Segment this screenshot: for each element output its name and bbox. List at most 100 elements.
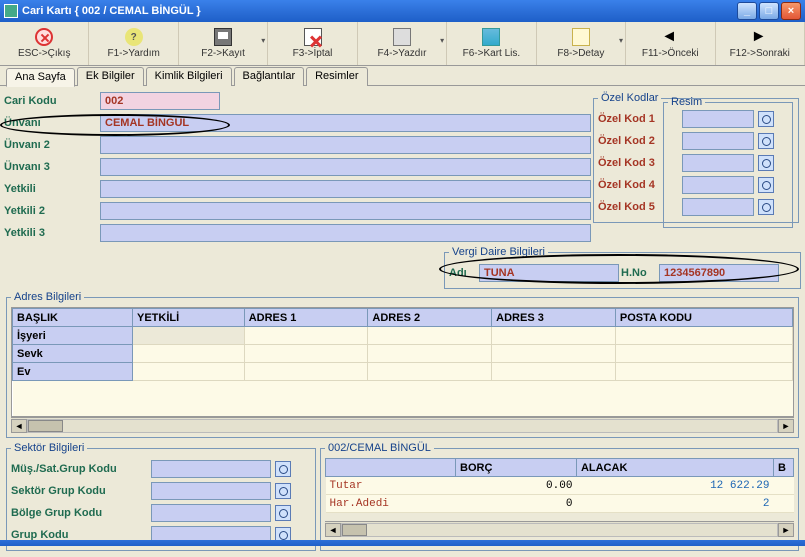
- adres-group: Adres Bilgileri BAŞLIK YETKİLİ ADRES 1 A…: [6, 291, 799, 438]
- cari-kodu-field[interactable]: [100, 92, 220, 110]
- lookup-icon[interactable]: [275, 505, 291, 521]
- f1-label: F1->Yardım: [107, 48, 159, 59]
- tab-ana-sayfa[interactable]: Ana Sayfa: [6, 68, 75, 87]
- unvani2-field[interactable]: [100, 136, 591, 154]
- next-icon: [751, 28, 769, 46]
- f6-label: F6->Kart Lis.: [463, 48, 521, 59]
- status-bar: [0, 540, 805, 546]
- tab-bar: Ana Sayfa Ek Bilgiler Kimlik Bilgileri B…: [0, 66, 805, 86]
- borc-legend: 002/CEMAL BİNGÜL: [325, 442, 434, 454]
- adres-table[interactable]: BAŞLIK YETKİLİ ADRES 1 ADRES 2 ADRES 3 P…: [12, 308, 793, 417]
- borc-table[interactable]: BORÇ ALACAK B Tutar 0.00 12 622.29 Har.A…: [325, 458, 794, 513]
- scroll-right-icon[interactable]: ►: [778, 523, 794, 537]
- table-row: Har.Adedi 0 2: [326, 495, 794, 513]
- vergi-hno-field[interactable]: [659, 264, 779, 282]
- haradedi-alacak: 2: [576, 495, 773, 513]
- window-title: Cari Kartı { 002 / CEMAL BİNGÜL }: [22, 5, 737, 17]
- sektor-grup-label: Sektör Grup Kodu: [11, 485, 151, 497]
- f4-print-button[interactable]: F4->Yazdır ▾: [358, 22, 447, 65]
- detail-icon: [572, 28, 590, 46]
- app-icon: [4, 4, 18, 18]
- toolbar: ESC->Çıkış ? F1->Yardım F2->Kayıt ▾ F3->…: [0, 22, 805, 66]
- vergi-adi-label: Adı: [449, 267, 477, 279]
- scroll-thumb[interactable]: [28, 420, 63, 432]
- vergi-group: Vergi Daire Bilgileri Adı H.No: [444, 246, 801, 289]
- f8-detail-button[interactable]: F8->Detay ▾: [537, 22, 626, 65]
- col-adres3[interactable]: ADRES 3: [492, 309, 616, 327]
- card-list-icon: [482, 28, 500, 46]
- table-row: İşyeri: [13, 327, 793, 345]
- adres-legend: Adres Bilgileri: [11, 291, 84, 303]
- dropdown-icon[interactable]: ▾: [261, 36, 265, 45]
- help-icon: ?: [125, 28, 143, 46]
- dropdown-icon[interactable]: ▾: [619, 36, 623, 45]
- col-b[interactable]: B: [774, 459, 794, 477]
- yetkili-field[interactable]: [100, 180, 591, 198]
- unvani3-label: Ünvanı 3: [4, 161, 100, 173]
- scroll-left-icon[interactable]: ◄: [11, 419, 27, 433]
- f11-label: F11->Önceki: [642, 48, 699, 59]
- maximize-button[interactable]: □: [759, 2, 779, 20]
- f3-cancel-button[interactable]: F3->İptal: [268, 22, 357, 65]
- resim-legend: Resim: [668, 96, 705, 108]
- vergi-legend: Vergi Daire Bilgileri: [449, 246, 548, 258]
- vergi-adi-field[interactable]: [479, 264, 619, 282]
- row-ev[interactable]: Ev: [13, 363, 133, 381]
- col-alacak[interactable]: ALACAK: [576, 459, 773, 477]
- col-posta-kodu[interactable]: POSTA KODU: [615, 309, 792, 327]
- row-haradedi: Har.Adedi: [326, 495, 456, 513]
- scroll-track[interactable]: [27, 419, 778, 433]
- sektor-legend: Sektör Bilgileri: [11, 442, 87, 454]
- col-borc[interactable]: BORÇ: [456, 459, 577, 477]
- minimize-button[interactable]: _: [737, 2, 757, 20]
- f11-prev-button[interactable]: F11->Önceki: [626, 22, 715, 65]
- unvani-field[interactable]: [100, 114, 591, 132]
- yetkili3-field[interactable]: [100, 224, 591, 242]
- f2-label: F2->Kayıt: [201, 48, 245, 59]
- cari-kodu-label: Cari Kodu: [4, 95, 100, 107]
- f12-next-button[interactable]: F12->Sonraki: [716, 22, 805, 65]
- adres-scrollbar[interactable]: ◄ ►: [11, 417, 794, 433]
- f1-help-button[interactable]: ? F1->Yardım: [89, 22, 178, 65]
- mus-grup-field[interactable]: [151, 460, 271, 478]
- cancel-icon: [304, 28, 322, 46]
- yetkili2-label: Yetkili 2: [4, 205, 100, 217]
- lookup-icon[interactable]: [275, 461, 291, 477]
- close-button[interactable]: ×: [781, 2, 801, 20]
- haradedi-borc: 0: [456, 495, 577, 513]
- sektor-grup-field[interactable]: [151, 482, 271, 500]
- f6-list-button[interactable]: F6->Kart Lis.: [447, 22, 536, 65]
- f4-label: F4->Yazdır: [377, 48, 426, 59]
- bolge-grup-field[interactable]: [151, 504, 271, 522]
- f3-label: F3->İptal: [293, 48, 333, 59]
- scroll-track[interactable]: [341, 523, 778, 537]
- tab-kimlik[interactable]: Kimlik Bilgileri: [146, 67, 232, 86]
- tutar-borc: 0.00: [456, 477, 577, 495]
- table-row: Tutar 0.00 12 622.29: [326, 477, 794, 495]
- tab-ek-bilgiler[interactable]: Ek Bilgiler: [77, 67, 144, 86]
- col-yetkili[interactable]: YETKİLİ: [133, 309, 245, 327]
- tab-resimler[interactable]: Resimler: [306, 67, 367, 86]
- scroll-right-icon[interactable]: ►: [778, 419, 794, 433]
- f12-label: F12->Sonraki: [730, 48, 790, 59]
- col-baslik[interactable]: BAŞLIK: [13, 309, 133, 327]
- tutar-alacak: 12 622.29: [576, 477, 773, 495]
- scroll-left-icon[interactable]: ◄: [325, 523, 341, 537]
- ozel-kodlar-legend: Özel Kodlar: [598, 92, 661, 104]
- dropdown-icon[interactable]: ▾: [440, 36, 444, 45]
- row-isyeri[interactable]: İşyeri: [13, 327, 133, 345]
- yetkili-label: Yetkili: [4, 183, 100, 195]
- unvani3-field[interactable]: [100, 158, 591, 176]
- esc-exit-button[interactable]: ESC->Çıkış: [0, 22, 89, 65]
- col-adres1[interactable]: ADRES 1: [244, 309, 368, 327]
- scroll-thumb[interactable]: [342, 524, 367, 536]
- yetkili2-field[interactable]: [100, 202, 591, 220]
- tab-baglantilar[interactable]: Bağlantılar: [234, 67, 305, 86]
- yetkili3-label: Yetkili 3: [4, 227, 100, 239]
- borc-scrollbar[interactable]: ◄ ►: [325, 521, 794, 537]
- row-sevk[interactable]: Sevk: [13, 345, 133, 363]
- col-adres2[interactable]: ADRES 2: [368, 309, 492, 327]
- lookup-icon[interactable]: [275, 483, 291, 499]
- col-empty[interactable]: [326, 459, 456, 477]
- f2-save-button[interactable]: F2->Kayıt ▾: [179, 22, 268, 65]
